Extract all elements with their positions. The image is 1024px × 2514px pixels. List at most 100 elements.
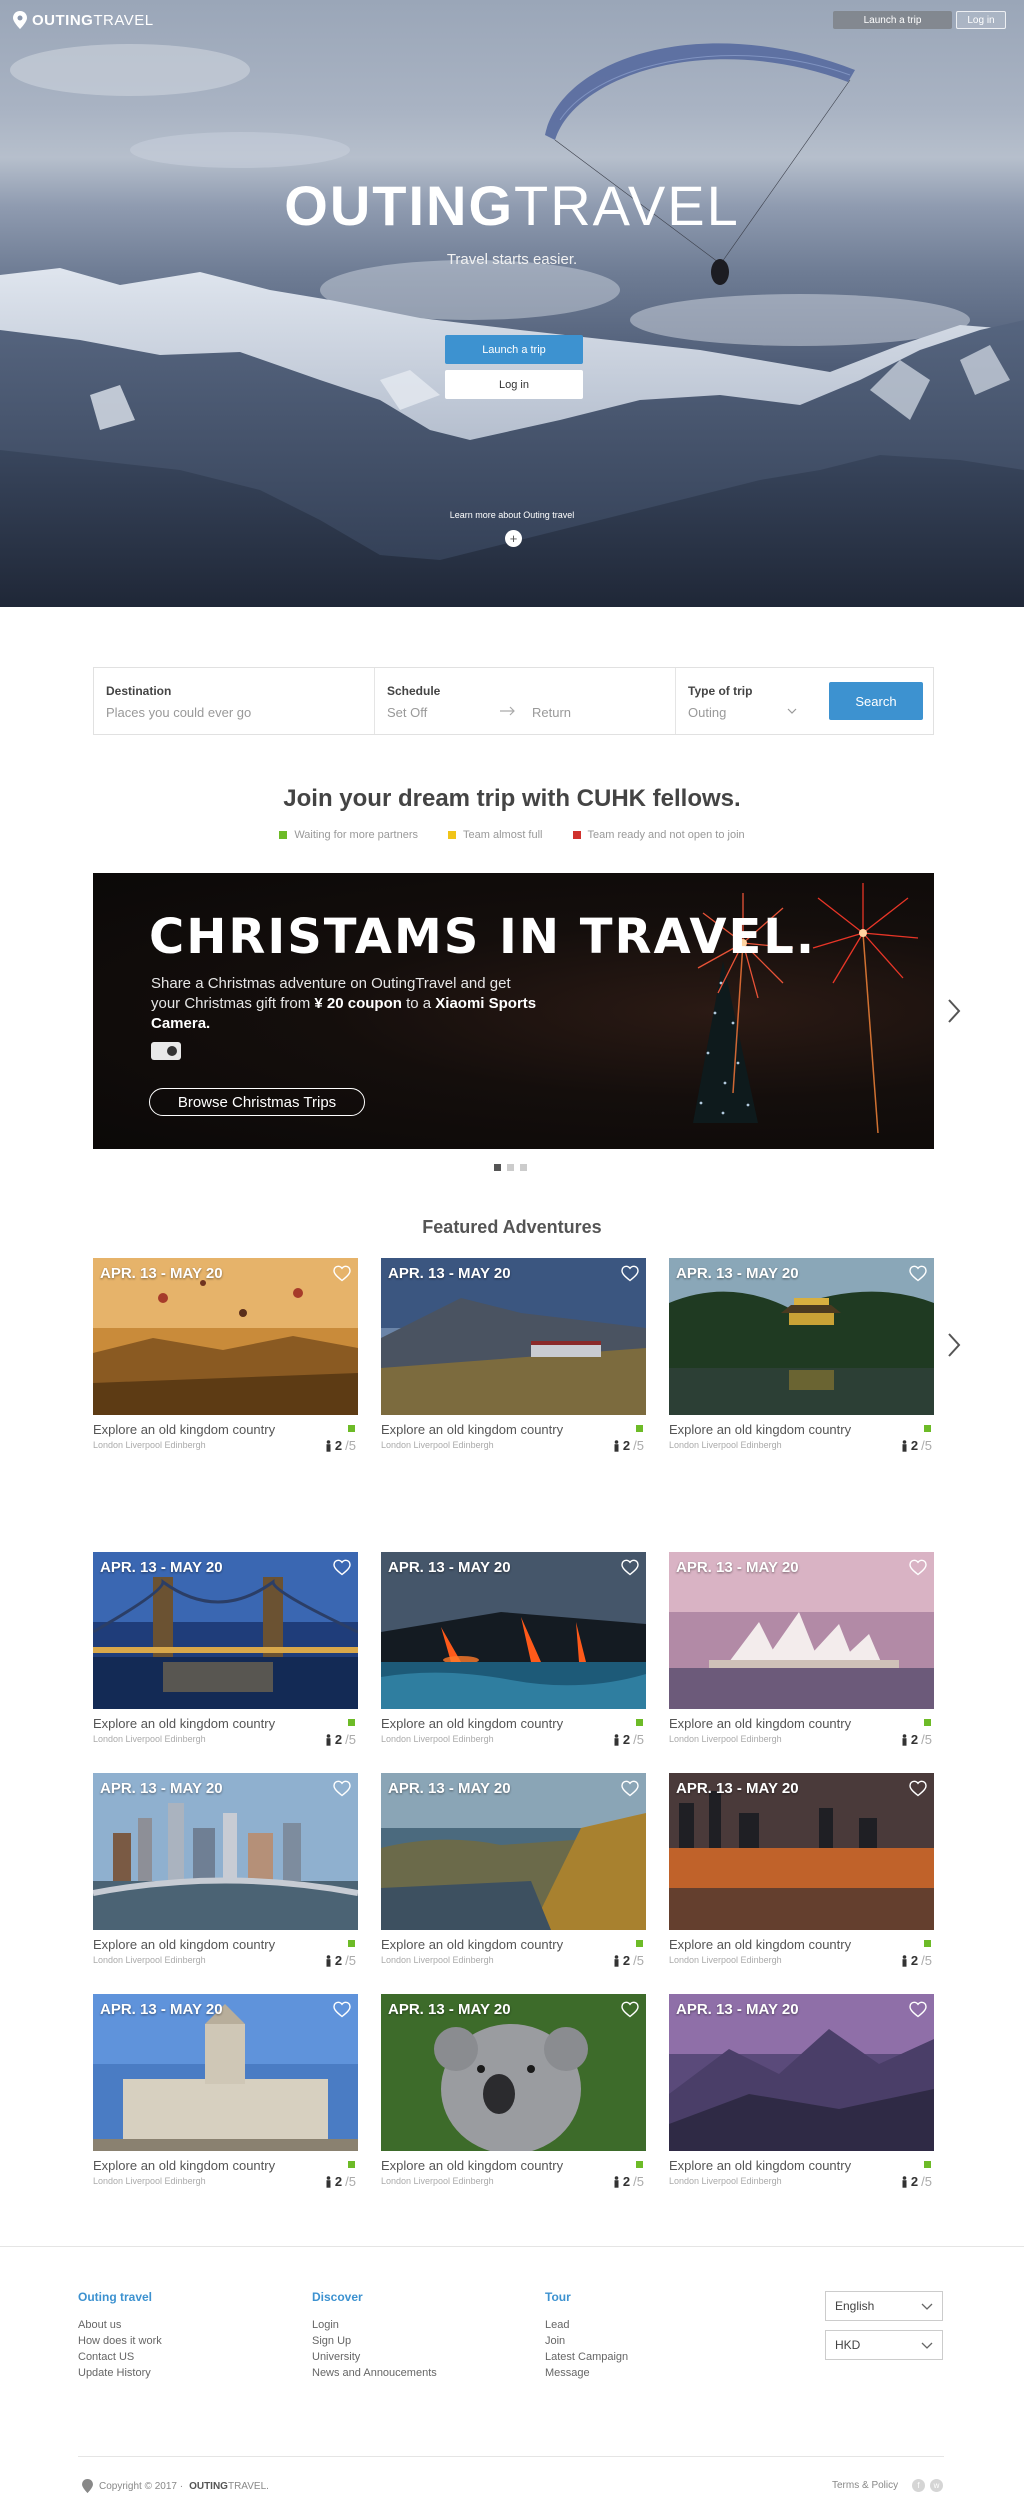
heart-icon[interactable] (333, 1780, 351, 1797)
adventure-card-image[interactable]: APR. 13 - MAY 20 (93, 1773, 358, 1930)
expand-plus-icon[interactable]: + (505, 530, 522, 547)
adventure-title[interactable]: Explore an old kingdom country (669, 2158, 851, 2173)
carousel-dot[interactable] (494, 1164, 501, 1171)
heart-icon[interactable] (909, 1780, 927, 1797)
adventure-title[interactable]: Explore an old kingdom country (381, 1937, 563, 1952)
brand-name-bold: OUTING (32, 11, 94, 29)
footer-link-login[interactable]: Login (312, 2317, 437, 2333)
adventure-card[interactable]: APR. 13 - MAY 20 Explore an old kingdom c… (381, 1773, 646, 1973)
adventure-cities: London Liverpool Edinbergh (669, 1440, 782, 1450)
footer-link-lead[interactable]: Lead (545, 2317, 628, 2333)
adventure-card-image[interactable]: APR. 13 - MAY 20 (669, 1258, 934, 1415)
heart-icon[interactable] (909, 1265, 927, 1282)
hero-launch-trip-button[interactable]: Launch a trip (445, 335, 583, 364)
team-total-count: /5 (345, 1438, 356, 1453)
adventure-card-image[interactable]: APR. 13 - MAY 20 (381, 1994, 646, 2151)
team-total-count: /5 (921, 1438, 932, 1453)
footer-link-how-it-works[interactable]: How does it work (78, 2333, 162, 2349)
carousel-next-arrow-icon[interactable] (944, 996, 964, 1026)
currency-select[interactable]: HKD (825, 2330, 943, 2360)
adventure-card-image[interactable]: APR. 13 - MAY 20 (669, 1552, 934, 1709)
footer-link-news[interactable]: News and Annoucements (312, 2365, 437, 2381)
adventure-card[interactable]: APR. 13 - MAY 20 Explore an old kingdom c… (669, 1552, 934, 1752)
adventure-card-image[interactable]: APR. 13 - MAY 20 (381, 1552, 646, 1709)
footer-link-contact[interactable]: Contact US (78, 2349, 162, 2365)
learn-more-link[interactable]: Learn more about Outing travel (0, 510, 1024, 520)
footer-link-signup[interactable]: Sign Up (312, 2333, 437, 2349)
adventure-card[interactable]: APR. 13 - MAY 20 Explore an old kingdom c… (381, 1258, 646, 1458)
heart-icon[interactable] (621, 1780, 639, 1797)
heart-icon[interactable] (333, 1265, 351, 1282)
destination-input[interactable]: Places you could ever go (106, 705, 251, 720)
heart-icon[interactable] (909, 2001, 927, 2018)
adventure-title[interactable]: Explore an old kingdom country (669, 1422, 851, 1437)
schedule-field[interactable]: Schedule Set Off Return (375, 668, 675, 734)
heart-icon[interactable] (909, 1559, 927, 1576)
hero-login-button[interactable]: Log in (445, 370, 583, 399)
weibo-icon[interactable]: w (930, 2479, 943, 2492)
footer-column-tour: Tour Lead Join Latest Campaign Message (545, 2290, 628, 2381)
heart-icon[interactable] (333, 1559, 351, 1576)
adventure-title[interactable]: Explore an old kingdom country (669, 1937, 851, 1952)
adventure-card[interactable]: APR. 13 - MAY 20 Explore an old kingdom c… (93, 1994, 358, 2194)
return-input[interactable]: Return (532, 705, 571, 720)
adventure-card[interactable]: APR. 13 - MAY 20 Explore an old kingdom c… (669, 1773, 934, 1973)
adventure-title[interactable]: Explore an old kingdom country (93, 1937, 275, 1952)
heart-icon[interactable] (333, 2001, 351, 2018)
adventure-card-image[interactable]: APR. 13 - MAY 20 (93, 1258, 358, 1415)
adventure-title[interactable]: Explore an old kingdom country (381, 2158, 563, 2173)
person-icon (902, 1439, 907, 1452)
top-launch-trip-button[interactable]: Launch a trip (833, 11, 952, 29)
set-off-input[interactable]: Set Off (387, 705, 427, 720)
destination-field[interactable]: Destination Places you could ever go (94, 668, 374, 734)
adventure-card[interactable]: APR. 13 - MAY 20 Explore an old kingdom c… (381, 1552, 646, 1752)
adventure-card[interactable]: APR. 13 - MAY 20 Explore an old kingdom c… (93, 1258, 358, 1458)
heart-icon[interactable] (621, 1559, 639, 1576)
brand-logo[interactable]: OUTINGTRAVEL (13, 11, 154, 29)
adventure-card-image[interactable]: APR. 13 - MAY 20 (93, 1994, 358, 2151)
hero-title-bold: OUTING (284, 174, 515, 237)
adventure-title[interactable]: Explore an old kingdom country (669, 1716, 851, 1731)
adventure-cities: London Liverpool Edinbergh (669, 2176, 782, 2186)
adventure-title[interactable]: Explore an old kingdom country (93, 1422, 275, 1437)
heart-icon[interactable] (621, 1265, 639, 1282)
team-joined-count: 2 (910, 1732, 919, 1747)
carousel-dot[interactable] (520, 1164, 527, 1171)
adventure-title[interactable]: Explore an old kingdom country (93, 2158, 275, 2173)
footer-link-message[interactable]: Message (545, 2365, 628, 2381)
adventure-card[interactable]: APR. 13 - MAY 20 Explore an old kingdom c… (669, 1994, 934, 2194)
adventure-card-image[interactable]: APR. 13 - MAY 20 (381, 1773, 646, 1930)
adventure-card-image[interactable]: APR. 13 - MAY 20 (93, 1552, 358, 1709)
adventure-card-image[interactable]: APR. 13 - MAY 20 (381, 1258, 646, 1415)
adventure-card[interactable]: APR. 13 - MAY 20 Explore an old kingdom c… (381, 1994, 646, 2194)
team-total-count: /5 (921, 2174, 932, 2189)
facebook-icon[interactable]: f (912, 2479, 925, 2492)
search-button[interactable]: Search (829, 682, 923, 720)
person-icon (326, 1954, 331, 1967)
legend-swatch-green (279, 831, 288, 839)
browse-christmas-trips-button[interactable]: Browse Christmas Trips (149, 1088, 365, 1116)
heart-icon[interactable] (621, 2001, 639, 2018)
footer-link-latest-campaign[interactable]: Latest Campaign (545, 2349, 628, 2365)
language-select[interactable]: English (825, 2291, 943, 2321)
adventure-title[interactable]: Explore an old kingdom country (381, 1422, 563, 1437)
adventure-card[interactable]: APR. 13 - MAY 20 Explore an old kingdom c… (669, 1258, 934, 1458)
footer-link-university[interactable]: University (312, 2349, 437, 2365)
featured-next-arrow-icon[interactable] (944, 1330, 964, 1360)
location-pin-icon (82, 2479, 93, 2493)
person-icon (326, 1439, 331, 1452)
terms-policy-link[interactable]: Terms & Policy (832, 2480, 898, 2491)
footer-link-about[interactable]: About us (78, 2317, 162, 2333)
top-login-button[interactable]: Log in (956, 11, 1006, 29)
christmas-banner[interactable]: CHRISTAMS IN TRAVEL. Share a Christmas a… (93, 873, 934, 1149)
adventure-title[interactable]: Explore an old kingdom country (381, 1716, 563, 1731)
carousel-dot[interactable] (507, 1164, 514, 1171)
adventure-card-image[interactable]: APR. 13 - MAY 20 (669, 1773, 934, 1930)
footer-link-join[interactable]: Join (545, 2333, 628, 2349)
trip-type-select[interactable]: Type of trip Outing (676, 668, 816, 734)
footer-link-update-history[interactable]: Update History (78, 2365, 162, 2381)
adventure-card[interactable]: APR. 13 - MAY 20 Explore an old kingdom c… (93, 1773, 358, 1973)
adventure-card-image[interactable]: APR. 13 - MAY 20 (669, 1994, 934, 2151)
adventure-title[interactable]: Explore an old kingdom country (93, 1716, 275, 1731)
adventure-card[interactable]: APR. 13 - MAY 20 Explore an old kingdom c… (93, 1552, 358, 1752)
